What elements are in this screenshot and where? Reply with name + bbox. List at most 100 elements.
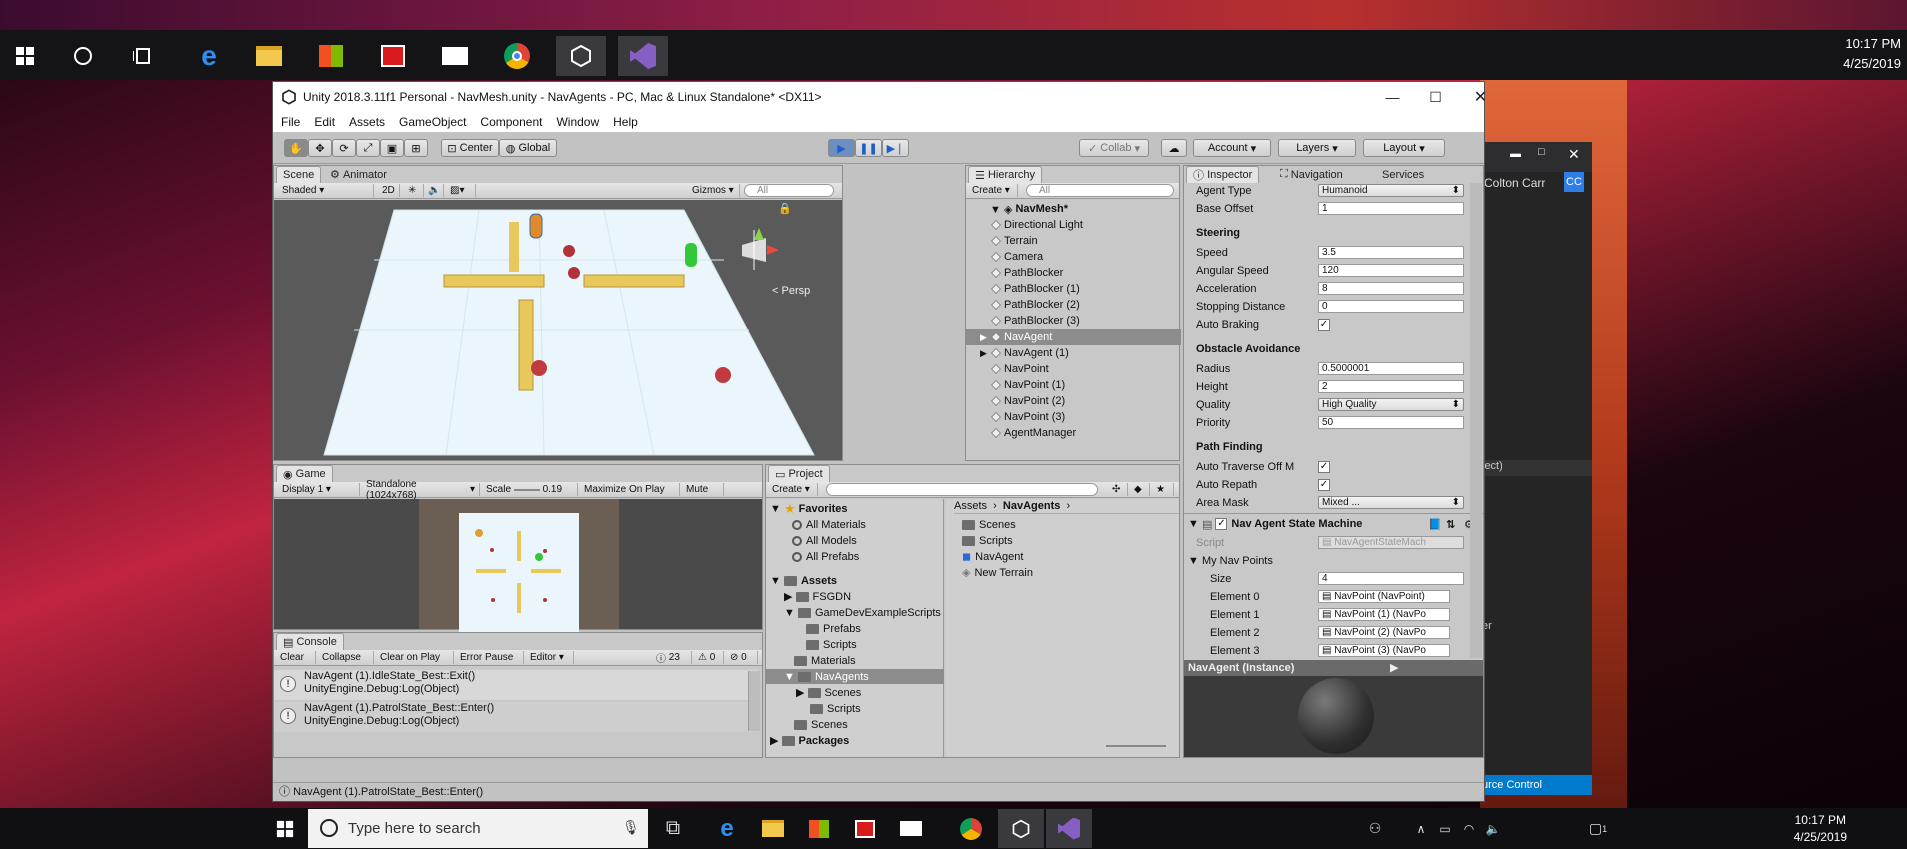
angular-speed-field[interactable]: 120 xyxy=(1318,264,1464,277)
console-collapse-button[interactable]: Collapse xyxy=(318,651,374,664)
hierarchy-item[interactable]: NavPoint (3) xyxy=(966,409,1181,425)
gizmos-dropdown[interactable]: Gizmos ▾ xyxy=(688,184,740,197)
tab-scene[interactable]: Scene xyxy=(276,166,322,183)
info-count-toggle[interactable]: ⓘ 23 xyxy=(652,651,692,665)
filter-label-icon[interactable]: ◆ xyxy=(1130,483,1150,496)
preview-viewport[interactable] xyxy=(1184,676,1483,757)
size-field[interactable]: 4 xyxy=(1318,572,1464,585)
battery-icon[interactable]: ▭ xyxy=(1434,809,1456,848)
task-view-icon[interactable]: ⧉ xyxy=(650,809,696,848)
my-nav-points-row[interactable]: ▼ My Nav Points xyxy=(1188,553,1413,568)
acceleration-field[interactable]: 8 xyxy=(1318,282,1464,295)
presets-icon[interactable]: ⇅ xyxy=(1446,518,1455,531)
editor-dropdown[interactable]: Editor ▾ xyxy=(526,651,574,664)
mode-2d-toggle[interactable]: 2D xyxy=(378,184,400,197)
file-explorer-icon[interactable] xyxy=(244,36,294,76)
volume-icon[interactable]: 🔈 xyxy=(1482,809,1504,848)
game-viewport[interactable] xyxy=(274,499,762,633)
hierarchy-item[interactable]: PathBlocker (1) xyxy=(966,281,1181,297)
pivot-global-button[interactable]: ◍ Global xyxy=(499,139,557,157)
preview-header[interactable]: NavAgent (Instance) ▶ xyxy=(1184,660,1483,676)
element-object-field[interactable]: ▤ NavPoint (1) (NavPo xyxy=(1318,608,1450,621)
auto-braking-checkbox[interactable]: ✓ xyxy=(1318,319,1330,331)
breadcrumb-root[interactable]: Assets xyxy=(954,500,987,512)
mute-toggle[interactable]: Mute xyxy=(682,483,724,496)
status-bar[interactable]: ⓘ NavAgent (1).PatrolState_Best::Enter() xyxy=(273,782,1484,801)
display-dropdown[interactable]: Display 1 ▾ xyxy=(278,483,360,496)
rect-tool-icon[interactable]: ▣ xyxy=(380,139,404,157)
edge-icon[interactable]: e xyxy=(184,36,234,76)
folder-item[interactable]: Scenes xyxy=(794,717,848,732)
hierarchy-item[interactable]: NavPoint xyxy=(966,361,1181,377)
height-field[interactable]: 2 xyxy=(1318,380,1464,393)
hierarchy-item[interactable]: ▶ NavAgent (1) xyxy=(966,345,1181,361)
hand-tool-icon[interactable]: ✋ xyxy=(284,139,308,157)
hierarchy-item-selected[interactable]: ▶ NavAgent xyxy=(966,329,1181,345)
resolution-dropdown[interactable]: Standalone (1024x768) ▾ xyxy=(362,479,480,501)
hierarchy-item[interactable]: Terrain xyxy=(966,233,1181,249)
chrome-icon[interactable] xyxy=(492,36,542,76)
chevron-up-icon[interactable]: ∧ xyxy=(1410,809,1432,848)
hierarchy-item[interactable]: Camera xyxy=(966,249,1181,265)
file-explorer-icon[interactable] xyxy=(750,809,796,848)
hierarchy-scene-root[interactable]: ▼ ◈ NavMesh* xyxy=(966,201,1181,217)
scene-viewport[interactable]: < Persp 🔒 xyxy=(274,200,842,460)
console-scrollbar[interactable] xyxy=(748,671,760,731)
agent-type-dropdown[interactable]: Humanoid ⬍ xyxy=(1318,184,1464,197)
component-enabled-checkbox[interactable]: ✓ xyxy=(1215,518,1228,530)
scale-slider[interactable]: Scale 0.19 xyxy=(482,483,578,496)
rotate-tool-icon[interactable]: ⟳ xyxy=(332,139,356,157)
play-button[interactable]: ▶ xyxy=(828,139,855,157)
folder-item[interactable]: ▼ GameDevExampleScripts xyxy=(784,605,942,620)
visual-studio-icon[interactable] xyxy=(1046,809,1092,848)
gift-icon[interactable] xyxy=(368,36,418,76)
close-icon[interactable]: ✕ xyxy=(1568,146,1580,163)
menu-assets[interactable]: Assets xyxy=(349,115,385,129)
tab-hierarchy[interactable]: ☰ Hierarchy xyxy=(968,166,1043,183)
filter-type-icon[interactable]: ✣ xyxy=(1108,483,1128,496)
minimize-button[interactable]: — xyxy=(1370,82,1415,112)
priority-field[interactable]: 50 xyxy=(1318,416,1464,429)
folder-item[interactable]: Prefabs xyxy=(806,621,861,636)
warning-count-toggle[interactable]: ⚠ 0 xyxy=(694,651,724,664)
visual-studio-icon[interactable] xyxy=(618,36,668,76)
gift-icon[interactable] xyxy=(842,809,888,848)
audio-icon[interactable]: 🔈 xyxy=(424,184,444,197)
console-clear-button[interactable]: Clear xyxy=(276,651,316,664)
account-dropdown[interactable]: Account ▾ xyxy=(1193,139,1271,157)
file-item[interactable]: ◼ NavAgent xyxy=(962,549,1023,564)
unity-icon[interactable] xyxy=(556,36,606,76)
tab-animator[interactable]: ⚙ Animator xyxy=(324,166,393,183)
menu-component[interactable]: Component xyxy=(480,115,542,129)
favorite-star-icon[interactable]: ★ xyxy=(1152,483,1174,496)
file-item[interactable]: Scenes xyxy=(962,517,1016,532)
favorite-item[interactable]: All Models xyxy=(792,533,857,548)
play-preview-icon[interactable]: ▶ xyxy=(1390,660,1398,676)
maximize-icon[interactable]: □ xyxy=(1538,146,1545,158)
hierarchy-item[interactable]: NavPoint (1) xyxy=(966,377,1181,393)
lock-icon[interactable]: 🔒 xyxy=(778,202,792,215)
vs-source-control[interactable]: urce Control xyxy=(1480,775,1592,795)
favorites-header[interactable]: ▼ ★ Favorites xyxy=(770,501,848,516)
auto-repath-checkbox[interactable]: ✓ xyxy=(1318,479,1330,491)
effects-icon[interactable]: ▨▾ xyxy=(446,184,476,197)
scene-search-input[interactable]: All xyxy=(744,184,834,197)
taskbar-search-box[interactable]: Type here to search 🎙 xyxy=(308,809,648,848)
project-create-button[interactable]: Create ▾ xyxy=(768,483,818,496)
error-pause-toggle[interactable]: Error Pause xyxy=(456,651,524,664)
hierarchy-item[interactable]: PathBlocker (2) xyxy=(966,297,1181,313)
persp-label[interactable]: < Persp xyxy=(772,285,810,297)
menu-window[interactable]: Window xyxy=(556,115,599,129)
menu-gameobject[interactable]: GameObject xyxy=(399,115,466,129)
minimize-icon[interactable]: ▬ xyxy=(1510,148,1521,160)
bottom-clock[interactable]: 10:17 PM 4/25/2019 xyxy=(1794,812,1847,846)
tab-navigation[interactable]: ⛶ Navigation xyxy=(1274,166,1349,183)
wifi-icon[interactable]: ◠ xyxy=(1458,809,1480,848)
error-count-toggle[interactable]: ⊘ 0 xyxy=(726,651,758,664)
folder-item[interactable]: ▶ FSGDN xyxy=(784,589,851,604)
microphone-icon[interactable]: 🎙 xyxy=(622,819,640,836)
unity-icon[interactable] xyxy=(998,809,1044,848)
chrome-icon[interactable] xyxy=(948,809,994,848)
lighting-icon[interactable]: ✳ xyxy=(404,184,424,197)
component-header[interactable]: ▼ ▤ ✓ Nav Agent State Machine 📘 ⇅ ⚙ xyxy=(1188,516,1478,532)
